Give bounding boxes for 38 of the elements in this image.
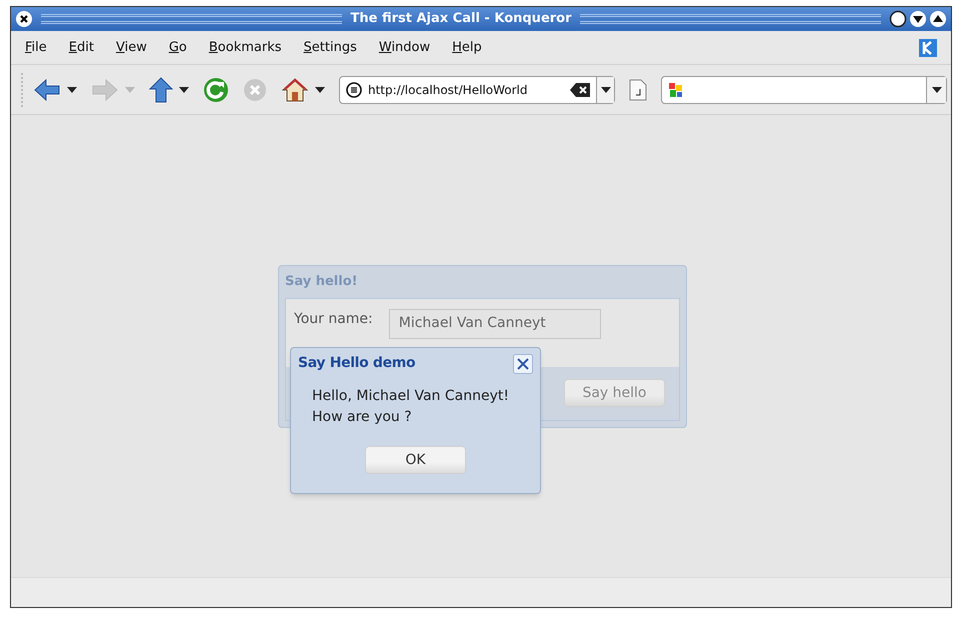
dropdown-caret-icon[interactable]	[932, 86, 942, 92]
document-icon[interactable]	[629, 78, 647, 100]
close-icon[interactable]	[513, 354, 533, 374]
menu-item[interactable]: Go	[168, 38, 187, 58]
menu-item[interactable]: Edit	[68, 38, 94, 58]
dropdown-caret-icon[interactable]	[600, 86, 610, 92]
search-field[interactable]	[661, 76, 947, 104]
panel-title: Say hello!	[285, 273, 359, 291]
name-field[interactable]: Michael Van Canneyt	[388, 308, 601, 338]
dropdown-caret-icon[interactable]	[315, 86, 325, 92]
menu-item[interactable]: Help	[452, 38, 482, 58]
address-field[interactable]: http://localhost/HelloWorld	[339, 76, 615, 104]
back-arrow-icon[interactable]	[33, 78, 61, 102]
message-text: Hello, Michael Van Canneyt!	[312, 387, 510, 406]
message-text: How are you ?	[312, 408, 413, 427]
menu-item[interactable]: Settings	[304, 38, 357, 58]
ok-button[interactable]: OK	[365, 446, 466, 474]
house-icon[interactable]	[281, 76, 309, 102]
menu-item[interactable]: View	[116, 38, 147, 58]
page-icon	[346, 82, 362, 98]
menu-item[interactable]: Window	[378, 38, 430, 58]
address-text: http://localhost/HelloWorld	[368, 82, 528, 98]
menu-item[interactable]: Bookmarks	[208, 38, 282, 58]
window-title: The first Ajax Call - Konqueror	[350, 10, 572, 28]
close-icon[interactable]	[15, 10, 33, 28]
up-arrow-icon[interactable]	[149, 76, 173, 102]
circle-icon[interactable]	[889, 10, 907, 28]
minimize-icon[interactable]	[909, 10, 927, 28]
menu-item[interactable]: File	[25, 38, 47, 58]
dropdown-caret-icon[interactable]	[67, 86, 77, 92]
dialog-title: Say Hello demo	[298, 354, 416, 373]
clear-icon[interactable]	[570, 82, 590, 96]
dropdown-caret-icon[interactable]	[179, 86, 189, 92]
reload-icon[interactable]	[203, 76, 229, 102]
k-logo-icon[interactable]	[919, 38, 937, 56]
google-g-icon	[668, 82, 684, 98]
name-label: Your name:	[294, 310, 373, 328]
maximize-icon[interactable]	[929, 10, 947, 28]
